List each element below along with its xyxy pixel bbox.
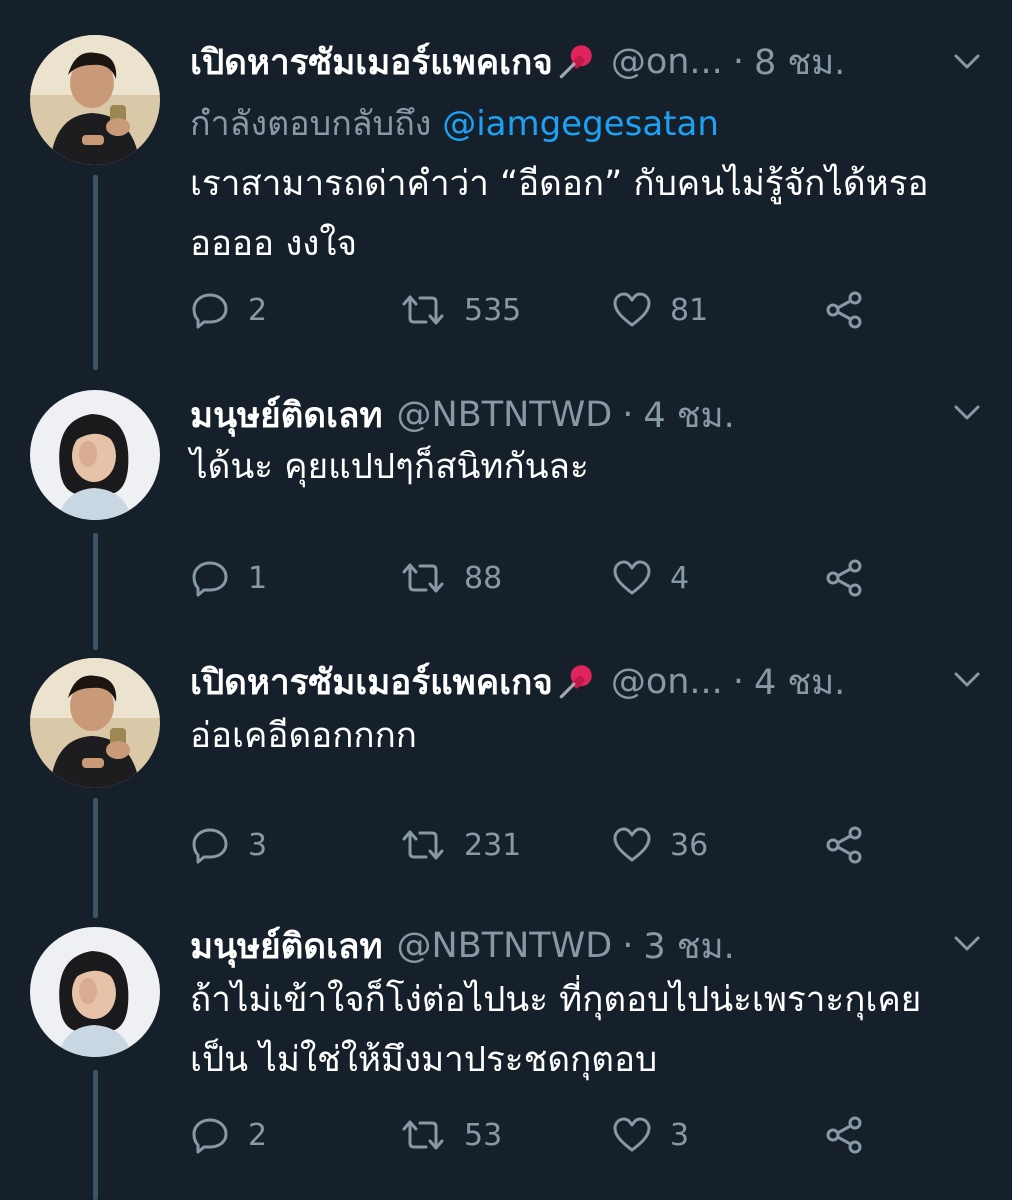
reply-button[interactable]: 2: [190, 1110, 267, 1160]
timestamp[interactable]: 4 ชม.: [754, 655, 845, 710]
thread-line: [93, 175, 98, 370]
reply-count: 2: [248, 292, 268, 328]
reply-icon: [192, 561, 228, 597]
tweet[interactable]: เปิดหารซัมเมอร์แพคเกจ @on... · 4 ชม. อ่อ…: [0, 650, 1012, 920]
separator-dot: ·: [732, 662, 744, 702]
share-icon: [826, 559, 862, 597]
tweet-text: ถ้าไม่เข้าใจก็โง่ต่อไปนะ ที่กุตอบไปน่ะเพ…: [190, 980, 922, 1080]
tweet-actions: 2 53 3: [190, 1110, 890, 1160]
timestamp[interactable]: 3 ชม.: [643, 919, 734, 974]
tweet-actions: 2 535 81: [190, 285, 890, 335]
retweet-count: 88: [464, 560, 503, 596]
avatar-photo: [30, 658, 160, 788]
retweet-icon: [402, 1120, 444, 1150]
thread-line: [93, 533, 98, 650]
user-handle[interactable]: @NBTNTWD: [397, 395, 613, 435]
like-button[interactable]: 4: [612, 553, 689, 603]
avatar[interactable]: [30, 390, 160, 520]
avatar[interactable]: [30, 927, 160, 1057]
user-handle[interactable]: @on...: [611, 42, 723, 82]
display-name[interactable]: มนุษย์ติดเลท: [190, 919, 383, 974]
heart-icon: [613, 1117, 651, 1152]
retweet-icon: [402, 295, 444, 325]
pushpin-icon: [559, 665, 592, 699]
chevron-down-icon[interactable]: [952, 46, 982, 76]
avatar[interactable]: [30, 35, 160, 165]
share-icon: [826, 1116, 862, 1154]
display-name[interactable]: เปิดหารซัมเมอร์แพคเกจ: [190, 655, 553, 710]
tweet[interactable]: มนุษย์ติดเลท @NBTNTWD · 3 ชม. ถ้าไม่เข้า…: [0, 920, 1012, 1200]
reply-button[interactable]: 3: [190, 820, 267, 870]
tweet[interactable]: มนุษย์ติดเลท @NBTNTWD · 4 ชม. ได้นะ คุยแ…: [0, 385, 1012, 650]
retweet-button[interactable]: 53: [400, 1110, 502, 1160]
tweet-header: มนุษย์ติดเลท @NBTNTWD · 4 ชม.: [190, 389, 972, 441]
avatar-photo: [30, 390, 160, 520]
pushpin-icon: [559, 45, 592, 79]
share-button[interactable]: [824, 553, 882, 603]
avatar-photo: [30, 927, 160, 1057]
replying-to-label: กำลังตอบกลับถึง: [190, 104, 443, 144]
tweet-actions: 1 88 4: [190, 553, 890, 603]
avatar[interactable]: [30, 658, 160, 788]
reply-icon: [192, 828, 228, 864]
reply-count: 3: [248, 827, 268, 863]
user-handle[interactable]: @NBTNTWD: [397, 926, 613, 966]
heart-icon: [613, 827, 651, 862]
share-button[interactable]: [824, 1110, 882, 1160]
reply-icon: [192, 293, 228, 329]
heart-icon: [613, 560, 651, 595]
retweet-count: 231: [464, 827, 522, 863]
reply-count: 1: [248, 560, 268, 596]
like-button[interactable]: 3: [612, 1110, 689, 1160]
heart-icon: [613, 292, 651, 327]
like-count: 4: [670, 560, 690, 596]
tweet-actions: 3 231 36: [190, 820, 890, 870]
share-button[interactable]: [824, 820, 882, 870]
like-count: 36: [670, 827, 709, 863]
thread-line: [93, 1070, 98, 1200]
retweet-button[interactable]: 88: [400, 553, 502, 603]
timestamp[interactable]: 8 ชม.: [754, 35, 845, 90]
tweet-header: มนุษย์ติดเลท @NBTNTWD · 3 ชม.: [190, 920, 972, 972]
display-name[interactable]: เปิดหารซัมเมอร์แพคเกจ: [190, 35, 553, 90]
chevron-down-icon[interactable]: [952, 664, 982, 694]
tweet-header: เปิดหารซัมเมอร์แพคเกจ @on... · 4 ชม.: [190, 656, 972, 708]
reply-count: 2: [248, 1117, 268, 1153]
tweet-text: ได้นะ คุยแปปๆก็สนิทกันละ: [190, 447, 589, 487]
replying-to: กำลังตอบกลับถึง @iamgegesatan: [190, 96, 719, 150]
user-handle[interactable]: @on...: [611, 662, 723, 702]
display-name[interactable]: มนุษย์ติดเลท: [190, 388, 383, 443]
share-icon: [826, 826, 862, 864]
reply-button[interactable]: 2: [190, 285, 267, 335]
avatar-photo: [30, 35, 160, 165]
retweet-icon: [402, 563, 444, 593]
separator-dot: ·: [622, 395, 634, 435]
retweet-icon: [402, 830, 444, 860]
separator-dot: ·: [622, 926, 634, 966]
reply-mention-link[interactable]: @iamgegesatan: [442, 104, 719, 144]
share-button[interactable]: [824, 285, 882, 335]
chevron-down-icon[interactable]: [952, 928, 982, 958]
tweet-text: เราสามารถด่าคำว่า “อีดอก” กับคนไม่รู้จัก…: [190, 164, 929, 264]
like-count: 81: [670, 292, 709, 328]
share-icon: [826, 291, 862, 329]
like-button[interactable]: 36: [612, 820, 708, 870]
separator-dot: ·: [732, 42, 744, 82]
like-button[interactable]: 81: [612, 285, 708, 335]
retweet-button[interactable]: 535: [400, 285, 521, 335]
like-count: 3: [670, 1117, 690, 1153]
retweet-count: 535: [464, 292, 522, 328]
reply-button[interactable]: 1: [190, 553, 267, 603]
tweet[interactable]: เปิดหารซัมเมอร์แพคเกจ @on... · 8 ชม. กำล…: [0, 0, 1012, 390]
timestamp[interactable]: 4 ชม.: [643, 388, 734, 443]
retweet-count: 53: [464, 1117, 503, 1153]
tweet-header: เปิดหารซัมเมอร์แพคเกจ @on... · 8 ชม.: [190, 36, 972, 88]
tweet-text: อ่อเคอีดอกกกก: [190, 716, 417, 756]
chevron-down-icon[interactable]: [952, 397, 982, 427]
retweet-button[interactable]: 231: [400, 820, 521, 870]
thread-line: [93, 798, 98, 918]
reply-icon: [192, 1118, 228, 1154]
